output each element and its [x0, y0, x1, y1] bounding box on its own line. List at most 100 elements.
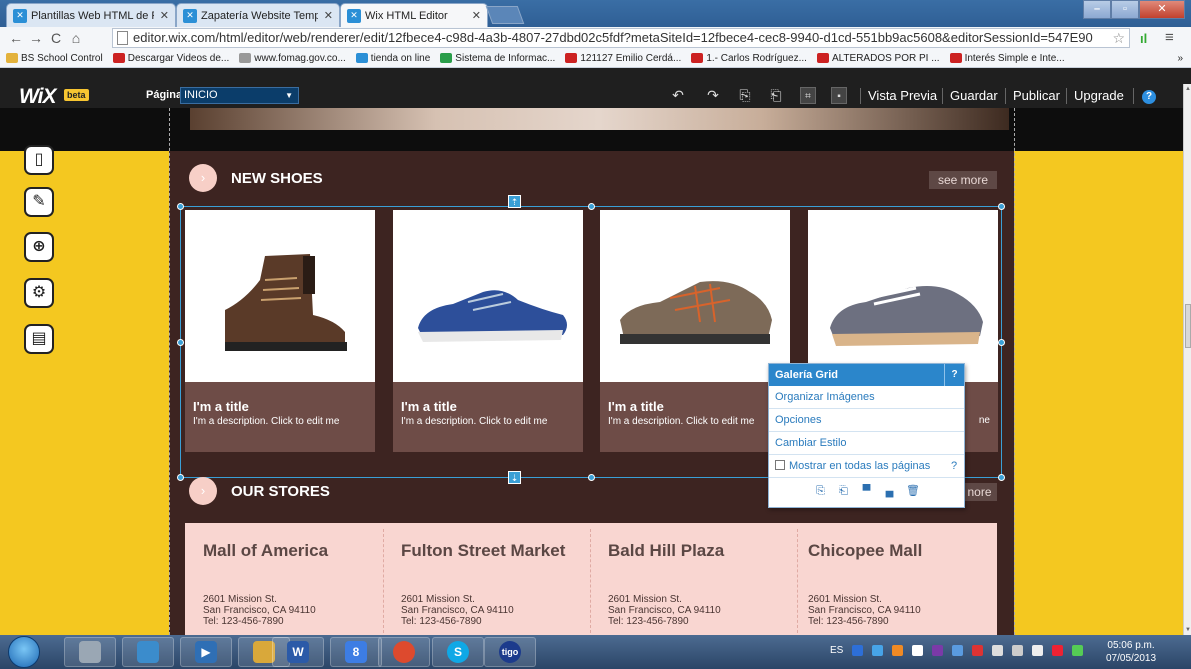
taskbar-app[interactable]: W [272, 637, 324, 667]
resize-handle[interactable] [177, 474, 184, 481]
taskbar-app[interactable] [378, 637, 430, 667]
store-card[interactable]: Bald Hill Plaza 2601 Mission St. San Fra… [590, 523, 793, 635]
anchor-top-icon[interactable]: ⇡ [508, 195, 521, 208]
scroll-down-icon[interactable]: ▼ [1184, 627, 1191, 633]
signal-icon[interactable] [1012, 645, 1024, 656]
vertical-scrollbar[interactable]: ▲ ▼ [1183, 84, 1191, 635]
bookmark-item[interactable]: BS School Control [6, 53, 103, 64]
system-clock[interactable]: 05:06 p.m. 07/05/2013 [1106, 639, 1156, 665]
publish-link[interactable]: Publicar [1013, 88, 1060, 103]
reload-icon[interactable]: C [46, 30, 66, 46]
tray-icon[interactable] [1052, 645, 1064, 656]
help-icon[interactable]: ? [944, 455, 964, 478]
upgrade-link[interactable]: Upgrade [1074, 88, 1124, 103]
add-button[interactable]: ⊕ [24, 232, 54, 262]
hero-image[interactable] [190, 108, 1009, 130]
delete-icon[interactable]: 🗑 [906, 485, 920, 498]
extension-signal-icon[interactable]: ıl [1140, 31, 1147, 46]
resize-handle[interactable] [177, 339, 184, 346]
editor-canvas[interactable]: ▯ ✎ ⊕ ⚙ ▤ › NEW SHOES see more I'm a tit… [0, 108, 1183, 635]
url-input[interactable]: editor.wix.com/html/editor/web/renderer/… [112, 28, 1130, 48]
anchor-bottom-icon[interactable]: ⇣ [508, 471, 521, 484]
start-button[interactable] [8, 636, 40, 668]
resize-handle[interactable] [177, 203, 184, 210]
tray-icon[interactable] [872, 645, 884, 656]
store-card[interactable]: Mall of America 2601 Mission St. San Fra… [185, 523, 388, 635]
change-style-item[interactable]: Cambiar Estilo [769, 432, 964, 455]
bookmark-item[interactable]: Sistema de Informac... [440, 53, 555, 64]
taskbar-app[interactable] [64, 637, 116, 667]
tab-close-icon[interactable]: ✕ [324, 9, 333, 22]
tray-icon[interactable] [952, 645, 964, 656]
bookmark-star-icon[interactable]: ☆ [1112, 29, 1125, 47]
bookmark-item[interactable]: ALTERADOS POR PI ... [816, 53, 940, 64]
forward-arrow-icon[interactable]: → [26, 30, 46, 46]
tab-close-icon[interactable]: ✕ [160, 9, 169, 22]
section-arrow-icon[interactable]: › [189, 477, 217, 505]
options-item[interactable]: Opciones [769, 409, 964, 432]
onenote-icon[interactable] [932, 645, 944, 656]
tray-icon[interactable] [1072, 645, 1084, 656]
see-more-button[interactable]: see more [929, 171, 997, 189]
tray-icon[interactable] [992, 645, 1004, 656]
tab-wix-editor[interactable]: ✕ Wix HTML Editor ✕ [340, 3, 488, 27]
bookmark-item[interactable]: Descargar Videos de... [112, 53, 229, 64]
undo-icon[interactable]: ↶ [670, 87, 686, 104]
tab-plantillas[interactable]: ✕ Plantillas Web HTML de R ✕ [6, 3, 176, 27]
tab-close-icon[interactable]: ✕ [472, 9, 481, 22]
store-card[interactable]: Fulton Street Market 2601 Mission St. Sa… [383, 523, 586, 635]
page-select[interactable]: INICIO ▼ [180, 87, 299, 104]
taskbar-app[interactable]: ▶ [180, 637, 232, 667]
bookmark-item[interactable]: 1.- Carlos Rodríguez... [691, 53, 807, 64]
bookmark-item[interactable]: Interés Simple e Inte... [949, 53, 1065, 64]
tray-icon[interactable] [852, 645, 864, 656]
help-icon[interactable]: ? [1142, 90, 1156, 104]
new-tab-button[interactable] [485, 6, 525, 24]
volume-icon[interactable] [1032, 645, 1044, 656]
design-button[interactable]: ✎ [24, 187, 54, 217]
tray-icon[interactable] [892, 645, 904, 656]
show-all-pages-item[interactable]: Mostrar en todas las páginas ? [769, 455, 964, 478]
back-arrow-icon[interactable]: ← [6, 30, 26, 46]
send-backward-icon[interactable]: ▄ [883, 485, 896, 498]
taskbar-app[interactable]: 8 [330, 637, 382, 667]
resize-handle[interactable] [998, 203, 1005, 210]
browser-menu-icon[interactable]: ≡ [1165, 29, 1174, 46]
scroll-thumb[interactable] [1185, 304, 1191, 348]
bookmarks-overflow[interactable]: » [1177, 53, 1183, 64]
paste-icon[interactable]: ⎗ [837, 485, 850, 498]
store-card[interactable]: Chicopee Mall 2601 Mission St. San Franc… [790, 523, 993, 635]
help-icon[interactable]: ? [944, 364, 964, 386]
snap-toggle-icon[interactable]: ▪ [831, 87, 847, 104]
copy-icon[interactable]: ⎘ [814, 485, 827, 498]
maximize-button[interactable]: ▫ [1111, 0, 1139, 19]
language-indicator[interactable]: ES [830, 645, 843, 656]
section-arrow-icon[interactable]: › [189, 164, 217, 192]
organize-images-item[interactable]: Organizar Imágenes [769, 386, 964, 409]
close-window-button[interactable]: ✕ [1139, 0, 1185, 19]
bring-forward-icon[interactable]: ▀ [860, 485, 873, 498]
taskbar-app[interactable]: S [432, 637, 484, 667]
resize-handle[interactable] [998, 474, 1005, 481]
tray-icon[interactable] [972, 645, 984, 656]
redo-icon[interactable]: ↷ [705, 87, 721, 104]
pages-button[interactable]: ▯ [24, 145, 54, 175]
save-link[interactable]: Guardar [950, 88, 998, 103]
settings-button[interactable]: ⚙ [24, 278, 54, 308]
resize-handle[interactable] [588, 203, 595, 210]
tab-zapateria[interactable]: ✕ Zapatería Website Templa ✕ [176, 3, 340, 27]
show-all-pages-checkbox[interactable] [775, 460, 785, 470]
taskbar-app[interactable]: tigo [484, 637, 536, 667]
preview-link[interactable]: Vista Previa [868, 88, 937, 103]
context-menu-header[interactable]: Galería Grid ? [769, 364, 964, 386]
resize-handle[interactable] [588, 474, 595, 481]
paste-icon[interactable]: ⎗ [768, 87, 784, 104]
home-icon[interactable]: ⌂ [66, 30, 86, 46]
bookmark-item[interactable]: www.fomag.gov.co... [239, 53, 346, 64]
grid-toggle-icon[interactable]: ⌗ [800, 87, 816, 104]
taskbar-app[interactable] [122, 637, 174, 667]
market-button[interactable]: ▤ [24, 324, 54, 354]
scroll-up-icon[interactable]: ▲ [1184, 86, 1191, 92]
bookmark-item[interactable]: tienda on line [355, 53, 430, 64]
minimize-button[interactable]: – [1083, 0, 1111, 19]
